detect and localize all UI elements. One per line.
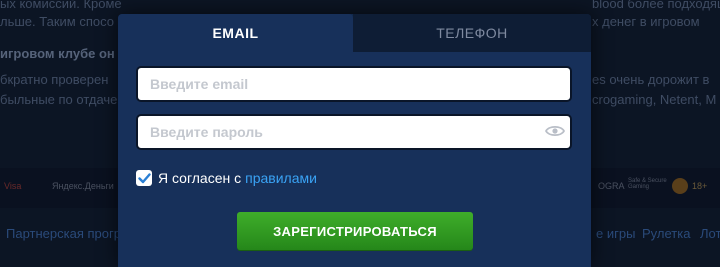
agree-terms-row: Я согласен с правилами (136, 169, 317, 187)
background-text: ых комиссий. Кроме (0, 0, 122, 11)
age-badge-icon (672, 178, 688, 194)
background-text: blood более подходяще (592, 0, 720, 11)
visa-logo: Visa (4, 181, 22, 191)
background-heading: игровом клубе он (0, 46, 115, 61)
background-text: бкратно проверен (0, 72, 109, 87)
background-text: быльные по отдаче (0, 92, 118, 107)
agree-checkbox[interactable] (136, 170, 152, 186)
ogra-logo: OGRA (598, 181, 625, 191)
eye-icon[interactable] (545, 124, 565, 138)
checkmark-icon (137, 172, 151, 183)
background-text: es очень дорожит в (592, 72, 710, 87)
tab-phone[interactable]: ТЕЛЕФОН (353, 14, 591, 52)
age-label: 18+ (692, 181, 708, 191)
password-input[interactable] (136, 114, 572, 150)
tab-email[interactable]: EMAIL (118, 14, 353, 52)
nav-link-games[interactable]: е игры (596, 226, 635, 241)
email-input[interactable] (136, 66, 572, 102)
rules-link[interactable]: правилами (245, 170, 317, 186)
yandex-money-logo: Яндекс.Деньги (52, 181, 114, 191)
register-button[interactable]: ЗАРЕГИСТРИРОВАТЬСЯ (237, 212, 473, 250)
registration-tabs: EMAIL ТЕЛЕФОН (118, 14, 591, 52)
nav-link-partner[interactable]: Партнерская прогр (6, 226, 121, 241)
agree-label: Я согласен с (158, 170, 242, 186)
background-text: crogaming, Netent, M (592, 92, 717, 107)
background-text: х денег в игровом (592, 14, 700, 29)
nav-link-roulette[interactable]: Рулетка (642, 226, 690, 241)
registration-modal: EMAIL ТЕЛЕФОН Я согласен с правилами ЗАР… (118, 14, 591, 267)
background-text: льше. Таким спосо (0, 14, 114, 29)
registration-form: Я согласен с правилами ЗАРЕГИСТРИРОВАТЬС… (118, 52, 591, 267)
nav-link-lottery[interactable]: Лот (700, 226, 720, 241)
safe-gaming-logo: Safe & Secure Gaming (628, 178, 667, 190)
